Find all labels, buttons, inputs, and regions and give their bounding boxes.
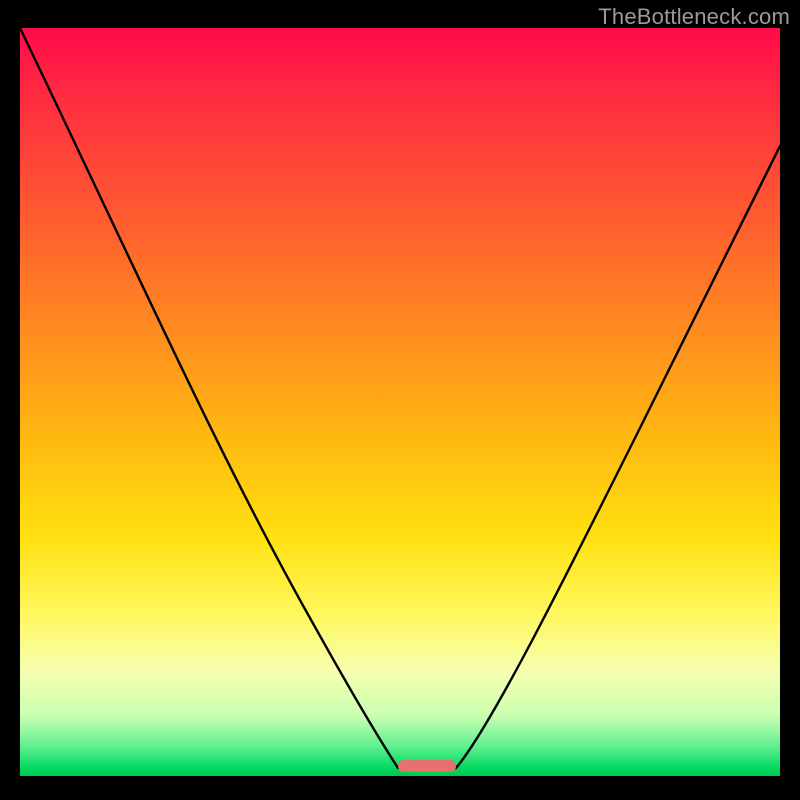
curve-right-branch <box>456 146 780 768</box>
bottleneck-curve <box>20 28 780 776</box>
curve-left-branch <box>20 28 398 768</box>
chart-frame: TheBottleneck.com <box>0 0 800 800</box>
watermark-text: TheBottleneck.com <box>598 4 790 30</box>
optimal-range-marker <box>398 760 456 772</box>
plot-area <box>20 28 780 776</box>
